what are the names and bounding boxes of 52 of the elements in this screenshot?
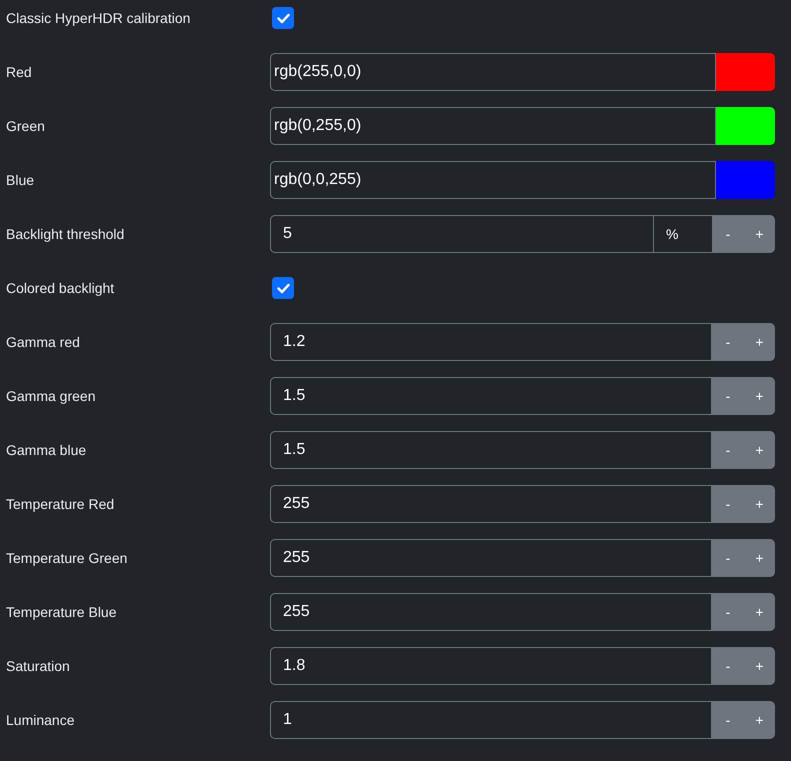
increment-button[interactable]: + [744, 431, 775, 469]
decrement-button[interactable]: - [712, 593, 744, 631]
color-field[interactable]: rgb(255,0,0) [270, 53, 716, 91]
field-label: Gamma blue [5, 440, 88, 460]
number-field[interactable]: 255 [270, 539, 712, 577]
decrement-button[interactable]: - [712, 377, 744, 415]
decrement-button[interactable]: - [712, 323, 744, 361]
increment-button[interactable]: + [744, 701, 775, 739]
decrement-button[interactable]: - [712, 485, 744, 523]
number-field[interactable]: 1.2 [270, 323, 712, 361]
number-field[interactable]: 1.5 [270, 377, 712, 415]
color-swatch[interactable] [716, 53, 775, 91]
number-field[interactable]: 5 [270, 215, 654, 253]
increment-button[interactable]: + [744, 647, 775, 685]
field-label: Classic HyperHDR calibration [5, 8, 192, 28]
field-label: Backlight threshold [5, 224, 126, 244]
field-label: Gamma red [5, 332, 81, 352]
color-swatch[interactable] [716, 161, 775, 199]
field-label: Red [5, 62, 33, 82]
field-label: Blue [5, 170, 36, 190]
color-field[interactable]: rgb(0,255,0) [270, 107, 716, 145]
field-label: Green [5, 116, 46, 136]
color-field[interactable]: rgb(0,0,255) [270, 161, 716, 199]
color-swatch[interactable] [716, 107, 775, 145]
increment-button[interactable]: + [744, 485, 775, 523]
increment-button[interactable]: + [744, 593, 775, 631]
checkmark-icon [276, 282, 290, 294]
increment-button[interactable]: + [744, 323, 775, 361]
decrement-button[interactable]: - [712, 647, 744, 685]
increment-button[interactable]: + [744, 539, 775, 577]
field-label: Luminance [5, 710, 76, 730]
field-label: Temperature Blue [5, 602, 118, 622]
number-field[interactable]: 255 [270, 485, 712, 523]
number-field[interactable]: 255 [270, 593, 712, 631]
increment-button[interactable]: + [744, 377, 775, 415]
checkbox[interactable] [272, 277, 294, 299]
decrement-button[interactable]: - [712, 215, 744, 253]
increment-button[interactable]: + [744, 215, 775, 253]
checkbox[interactable] [272, 7, 294, 29]
field-label: Temperature Red [5, 494, 116, 514]
field-label: Colored backlight [5, 278, 116, 298]
checkmark-icon [276, 12, 290, 24]
number-field[interactable]: 1 [270, 701, 712, 739]
field-label: Gamma green [5, 386, 96, 406]
number-field[interactable]: 1.5 [270, 431, 712, 469]
field-label: Temperature Green [5, 548, 128, 568]
decrement-button[interactable]: - [712, 431, 744, 469]
field-label: Saturation [5, 656, 71, 676]
unit-label: % [654, 215, 712, 253]
number-field[interactable]: 1.8 [270, 647, 712, 685]
decrement-button[interactable]: - [712, 701, 744, 739]
decrement-button[interactable]: - [712, 539, 744, 577]
